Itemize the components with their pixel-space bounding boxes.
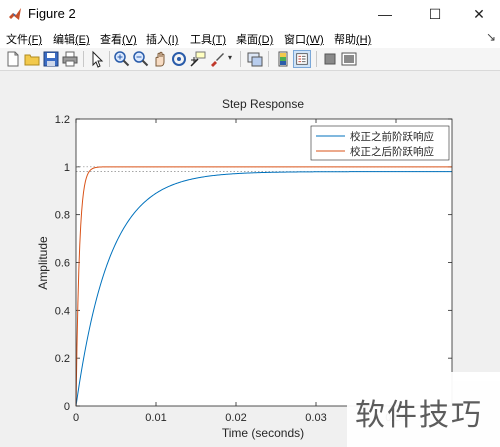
y-tick-label: 1.2 (55, 114, 70, 126)
legend[interactable]: 校正之前阶跃响应 校正之后阶跃响应 (310, 125, 450, 161)
y-tick-label: 0.6 (55, 258, 70, 270)
chart-title: Step Response (222, 97, 304, 111)
x-tick-label: 0.01 (145, 412, 166, 424)
y-axis-label: Amplitude (36, 236, 50, 290)
x-axis-label: Time (seconds) (222, 426, 304, 440)
legend-label-before: 校正之前阶跃响应 (350, 130, 434, 143)
x-tick-label: 0.03 (305, 412, 326, 424)
legend-label-after: 校正之后阶跃响应 (350, 145, 434, 158)
x-tick-label: 0 (73, 412, 79, 424)
y-tick-label: 0 (64, 401, 70, 413)
y-tick-label: 0.4 (55, 305, 70, 317)
axes-background (76, 119, 452, 406)
y-tick-label: 0.2 (55, 353, 70, 365)
x-tick-label: 0.02 (225, 412, 246, 424)
y-tick-label: 0.8 (55, 210, 70, 222)
watermark-overlay: 软件技巧 (347, 372, 500, 447)
y-tick-label: 1 (64, 162, 70, 174)
watermark-text: 软件技巧 (355, 398, 483, 433)
